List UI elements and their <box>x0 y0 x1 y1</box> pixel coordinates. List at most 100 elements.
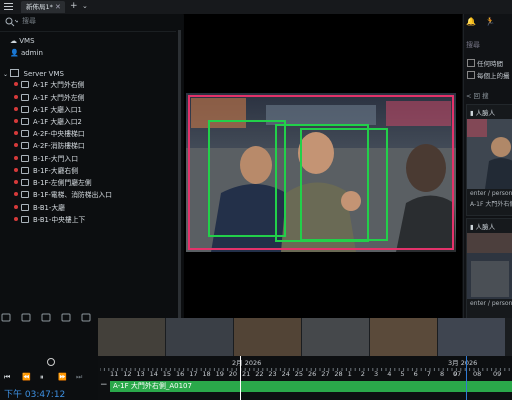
tab-menu-chevron-icon[interactable]: ⌄ <box>82 0 88 13</box>
camera-item[interactable]: B-1F-電梯、消防梯出入口 <box>14 190 112 200</box>
status-dot-icon <box>14 168 18 172</box>
camera-item[interactable]: B-B1-大廳 <box>14 203 65 213</box>
day-number: 17 <box>189 370 198 378</box>
day-number: 19 <box>215 370 224 378</box>
status-dot-icon <box>14 180 18 184</box>
day-number: 22 <box>255 370 264 378</box>
camera-icon <box>21 191 29 198</box>
day-number: 24 <box>281 370 290 378</box>
camera-item[interactable]: B-1F-大廳右側 <box>14 166 78 176</box>
checkbox-icon <box>467 59 475 67</box>
card-title: 人臉人 <box>475 109 496 117</box>
camera-icon <box>21 106 29 113</box>
skip-back-button[interactable]: ⏮ <box>4 373 10 382</box>
camera-icon <box>21 167 29 174</box>
camera-icon <box>21 142 29 149</box>
status-dot-icon <box>14 95 18 99</box>
camera-label: B-1F-左側門廳左側 <box>33 179 92 187</box>
camera-label: A-2F-中央樓梯口 <box>33 130 85 138</box>
day-number: 2 <box>360 370 365 378</box>
timeline-thumbnail <box>166 318 233 356</box>
recording-label: A-1F 大門外右側_A0107 <box>113 382 192 390</box>
day-number: 18 <box>202 370 211 378</box>
day-number: 6 <box>413 370 418 378</box>
camera-item[interactable]: A-1F 大廳入口2 <box>14 117 82 127</box>
skip-forward-button[interactable]: ⏭ <box>76 373 82 382</box>
search-placeholder: 搜尋 <box>22 17 36 25</box>
pause-button[interactable]: ⏸ <box>40 373 44 382</box>
person-motion-icon[interactable]: 🏃 <box>485 17 495 26</box>
day-number: 4 <box>387 370 392 378</box>
hamburger-menu-icon[interactable] <box>4 3 13 10</box>
camera-icon <box>21 118 29 125</box>
event-camera-label: A-1F 大門外右側 <box>470 201 512 208</box>
event-search-field[interactable]: 搜尋 <box>466 40 512 52</box>
camera-label: A-2F-消防樓梯口 <box>33 142 85 150</box>
day-number: 7 <box>426 370 431 378</box>
camera-item[interactable]: B-B1-中央樓上下 <box>14 215 85 225</box>
day-number: 28 <box>334 370 343 378</box>
tree-node-vms[interactable]: ☁ VMS <box>10 36 35 46</box>
recording-segment[interactable]: A-1F 大門外右側_A0107 <box>110 381 512 392</box>
event-search-label: 搜尋 <box>466 41 480 49</box>
camera-icon <box>21 130 29 137</box>
event-thumbnail <box>467 119 512 189</box>
search-divider <box>0 31 176 32</box>
day-number: 07 <box>453 370 462 378</box>
camera-item[interactable]: B-1F-大門入口 <box>14 154 78 164</box>
tree-search-field[interactable]: 搜尋 <box>4 16 174 27</box>
tree-node-label: VMS <box>19 37 35 45</box>
status-dot-icon <box>14 143 18 147</box>
cloud-icon: ☁ <box>10 37 17 45</box>
day-number: 13 <box>136 370 145 378</box>
camera-item[interactable]: A-1F 大廳入口1 <box>14 105 82 115</box>
live-position-line <box>466 356 467 400</box>
day-number: 5 <box>400 370 405 378</box>
timeline-thumbnail <box>234 318 301 356</box>
timeline-thumbnail <box>438 318 505 356</box>
tree-node-admin[interactable]: 👤 admin <box>10 48 43 58</box>
add-tab-button[interactable]: + <box>70 0 78 13</box>
camera-item[interactable]: B-1F-左側門廳左側 <box>14 178 92 188</box>
close-tab-icon[interactable]: ✕ <box>55 1 61 13</box>
timeline-thumbnail-strip[interactable] <box>98 318 512 356</box>
camera-item[interactable]: A-2F-消防樓梯口 <box>14 141 85 151</box>
camera-item[interactable]: A-2F-中央樓梯口 <box>14 129 85 139</box>
day-number: 12 <box>123 370 132 378</box>
section-back-label[interactable]: < 回 搜 <box>466 90 489 100</box>
day-number: 16 <box>176 370 185 378</box>
bell-icon[interactable]: 🔔 <box>466 17 476 26</box>
status-dot-icon <box>14 107 18 111</box>
tree-node-label: Server VMS <box>23 70 64 78</box>
user-icon: 👤 <box>10 49 19 57</box>
day-number: 15 <box>162 370 172 378</box>
camera-label: A-1F 大廳入口1 <box>33 106 82 114</box>
any-time-filter[interactable]: 任何時間 <box>467 58 503 68</box>
checkbox-icon <box>467 71 475 79</box>
tree-node-server[interactable]: ⌄ Server VMS <box>3 69 64 80</box>
playhead-line[interactable] <box>240 356 241 400</box>
camera-icon <box>21 204 29 211</box>
timeline-thumbnail <box>302 318 369 356</box>
event-thumbnail <box>467 233 512 299</box>
tab-label: 新佈局1* <box>26 3 53 11</box>
event-result-card[interactable]: ▮ 人臉人 enter / person <box>466 218 512 320</box>
camera-icon <box>21 155 29 162</box>
tree-scrollbar[interactable] <box>178 30 181 348</box>
day-number: 3 <box>374 370 379 378</box>
camera-label: A-1F 大門外左側 <box>33 94 85 102</box>
fast-forward-button[interactable]: ⏩ <box>58 373 67 381</box>
speed-knob[interactable] <box>47 358 55 366</box>
collapse-track-icon[interactable]: − <box>100 380 108 391</box>
camera-filter[interactable]: 每個上的攝 <box>467 70 510 80</box>
camera-icon <box>21 179 29 186</box>
event-result-card[interactable]: ▮ 人臉人 enter / person A-1F 大門外右側 <box>466 104 512 216</box>
camera-item[interactable]: A-1F 大門外左側 <box>14 93 84 103</box>
camera-label: B-1F-大廳右側 <box>33 167 78 175</box>
camera-label: B-B1-中央樓上下 <box>33 216 86 224</box>
server-icon <box>10 69 20 77</box>
day-number: 8 <box>440 370 445 378</box>
rewind-button[interactable]: ⏪ <box>22 373 31 381</box>
camera-item[interactable]: A-1F 大門外右側 <box>14 80 84 90</box>
camera-label: B-1F-大門入口 <box>33 155 78 163</box>
